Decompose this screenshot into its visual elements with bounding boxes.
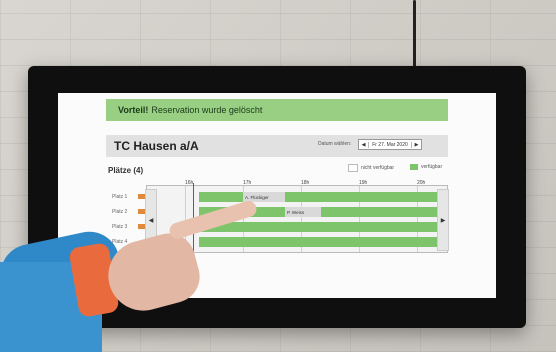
booking-slot[interactable]: P. Weiss <box>285 207 321 217</box>
scroll-right-button[interactable]: ▶ <box>437 189 449 251</box>
legend-label-unavailable: nicht verfügbar <box>361 165 395 171</box>
club-name: TC Hausen a/A <box>114 139 199 153</box>
legend-unavailable: nicht verfügbar <box>348 164 394 172</box>
legend-swatch-unavailable <box>348 164 358 172</box>
court-4-lane[interactable] <box>199 237 437 247</box>
court-1-lane[interactable] <box>199 192 437 202</box>
time-tick: 20h <box>417 180 426 186</box>
legend-swatch-available <box>410 164 418 170</box>
legend-available: verfügbar <box>410 164 442 170</box>
time-tick: 18h <box>301 180 310 186</box>
success-banner: Vorteil! Reservation wurde gelöscht <box>106 99 448 121</box>
court-label: Platz 1 <box>112 194 128 200</box>
banner-bold: Vorteil! <box>118 105 149 115</box>
court-3-lane[interactable] <box>199 222 437 232</box>
power-cable <box>413 0 416 68</box>
date-value[interactable]: Fr 27. Mar 2020 <box>369 142 411 148</box>
date-picker[interactable]: ◀ Fr 27. Mar 2020 ▶ <box>358 139 422 150</box>
court-label: Platz 2 <box>112 209 128 215</box>
banner-message: Reservation wurde gelöscht <box>151 105 263 115</box>
date-next-button[interactable]: ▶ <box>411 141 421 148</box>
time-tick: 19h <box>359 180 368 186</box>
legend-label-available: verfügbar <box>421 164 443 170</box>
date-label: Datum wählen: <box>318 141 352 147</box>
court-label: Platz 3 <box>112 224 128 230</box>
time-tick: 17h <box>243 180 252 186</box>
date-prev-button[interactable]: ◀ <box>359 141 369 148</box>
courts-heading: Plätze (4) <box>108 166 144 175</box>
